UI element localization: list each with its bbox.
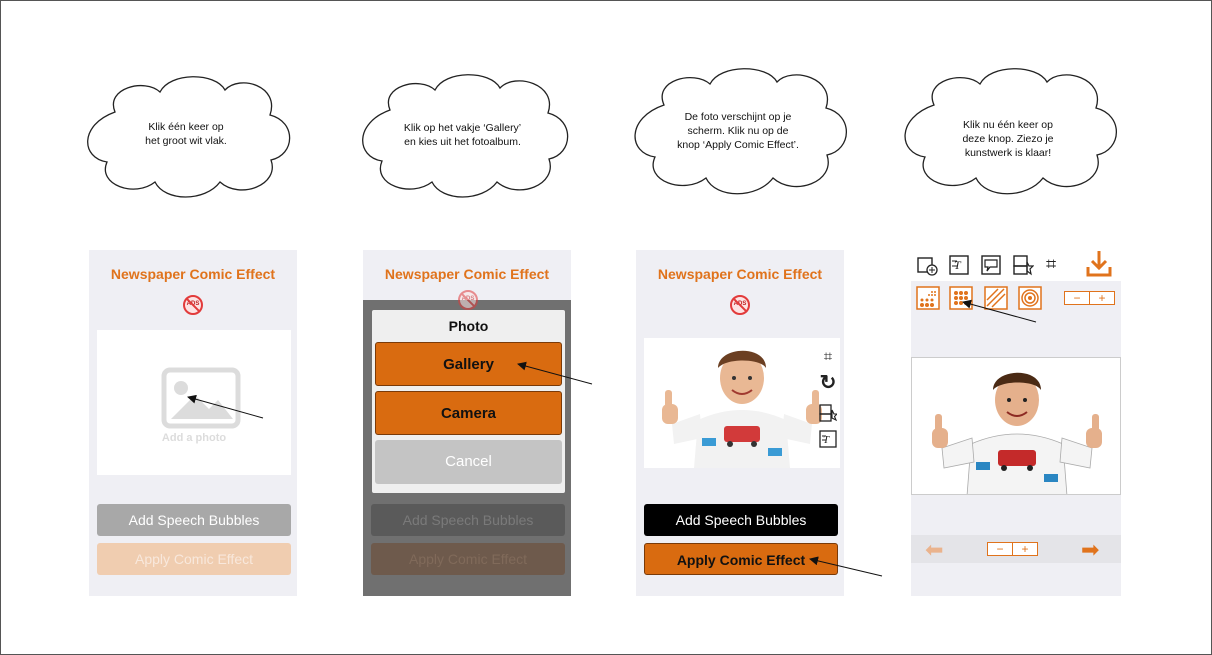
screen-step-1: Newspaper Comic Effect ADS Add a photo A…	[89, 250, 297, 596]
add-photo-area[interactable]: Add a photo	[97, 330, 291, 475]
circles-pattern-icon[interactable]	[1018, 286, 1042, 310]
add-image-icon[interactable]	[916, 254, 938, 276]
size-increase-button[interactable]: +	[1012, 542, 1038, 556]
apply-comic-effect-button[interactable]: Apply Comic Effect	[97, 543, 291, 575]
cloud-text-line-2: deze knop. Ziezo je	[962, 133, 1054, 145]
selected-photo[interactable]: ⌗ ↻ T	[644, 338, 840, 468]
add-photo-label: Add a photo	[161, 432, 227, 444]
next-arrow-icon[interactable]: ➡	[1081, 537, 1099, 563]
screen-step-4: T ⌗ − + ➡ − + ➡	[911, 245, 1121, 596]
dots-small-pattern-icon[interactable]	[916, 286, 940, 310]
add-speech-bubbles-button[interactable]: Add Speech Bubbles	[644, 504, 838, 536]
gallery-button[interactable]: Gallery	[375, 342, 562, 386]
apply-comic-effect-button: Apply Comic Effect	[371, 543, 565, 575]
app-title: Newspaper Comic Effect	[384, 266, 550, 282]
svg-text:T: T	[954, 258, 962, 272]
cloud-text-line-1: De foto verschijnt op je	[684, 111, 792, 123]
app-title: Newspaper Comic Effect	[110, 266, 276, 282]
cloud-text-line-2: en kies uit het fotoalbum.	[404, 136, 521, 148]
add-speech-bubbles-button: Add Speech Bubbles	[371, 504, 565, 536]
image-placeholder-icon	[161, 367, 241, 429]
pattern-decrease-button[interactable]: −	[1064, 291, 1090, 305]
screen-step-2: Newspaper Comic Effect ADS Add Speech Bu…	[363, 250, 571, 596]
speech-bubble-icon[interactable]	[980, 254, 1002, 276]
camera-button[interactable]: Camera	[375, 391, 562, 435]
no-ads-icon: ADS	[458, 290, 478, 310]
instruction-cloud-3: De foto verschijnt op je scherm. Klik nu…	[622, 62, 854, 202]
sticker-icon[interactable]	[1012, 254, 1034, 276]
screen-step-3: Newspaper Comic Effect ADS ⌗ ↻ T Add Spe…	[636, 250, 844, 596]
rotate-icon[interactable]: ↻	[818, 373, 838, 393]
size-decrease-button[interactable]: −	[987, 542, 1013, 556]
boy-thumbs-up-photo	[662, 350, 822, 468]
dots-large-pattern-icon[interactable]	[949, 286, 973, 310]
apply-comic-effect-button[interactable]: Apply Comic Effect	[644, 543, 838, 575]
instruction-cloud-4: Klik nu één keer op deze knop. Ziezo je …	[892, 62, 1124, 202]
add-speech-bubbles-button[interactable]: Add Speech Bubbles	[97, 504, 291, 536]
cancel-button[interactable]: Cancel	[375, 440, 562, 484]
crop-icon[interactable]: ⌗	[1046, 254, 1056, 275]
cloud-text-line-3: kunstwerk is klaar!	[964, 147, 1052, 159]
no-ads-icon[interactable]: ADS	[183, 295, 203, 315]
no-ads-label: ADS	[461, 296, 475, 302]
cloud-text-line-1: Klik op het vakje ‘Gallery’	[403, 122, 522, 134]
instruction-cloud-2: Klik op het vakje ‘Gallery’ en kies uit …	[350, 68, 575, 205]
text-icon[interactable]: T	[818, 430, 838, 448]
crop-icon[interactable]: ⌗	[818, 348, 838, 366]
cloud-text-line-3: knop ‘Apply Comic Effect’.	[677, 139, 799, 151]
sticker-icon[interactable]	[818, 404, 839, 422]
text-icon[interactable]: T	[948, 254, 970, 276]
cloud-text-line-1: Klik één keer op	[148, 121, 224, 133]
photo-sheet-title: Photo	[448, 318, 489, 334]
photo-action-sheet: Photo Gallery Camera Cancel	[372, 310, 565, 493]
no-ads-label: ADS	[733, 301, 747, 307]
cloud-text-line-2: het groot wit vlak.	[145, 135, 227, 147]
pattern-increase-button[interactable]: +	[1089, 291, 1115, 305]
back-arrow-icon[interactable]: ➡	[925, 537, 943, 563]
boy-comic-photo	[932, 372, 1102, 494]
comic-result-photo	[911, 357, 1121, 495]
no-ads-icon[interactable]: ADS	[730, 295, 750, 315]
lines-pattern-icon[interactable]	[984, 286, 1008, 310]
app-title: Newspaper Comic Effect	[657, 266, 823, 282]
cloud-text-line-2: scherm. Klik nu op de	[687, 125, 789, 137]
no-ads-label: ADS	[186, 301, 200, 307]
download-icon[interactable]	[1085, 249, 1113, 279]
instruction-cloud-1: Klik één keer op het groot wit vlak.	[75, 70, 297, 205]
cloud-text-line-1: Klik nu één keer op	[963, 119, 1053, 131]
